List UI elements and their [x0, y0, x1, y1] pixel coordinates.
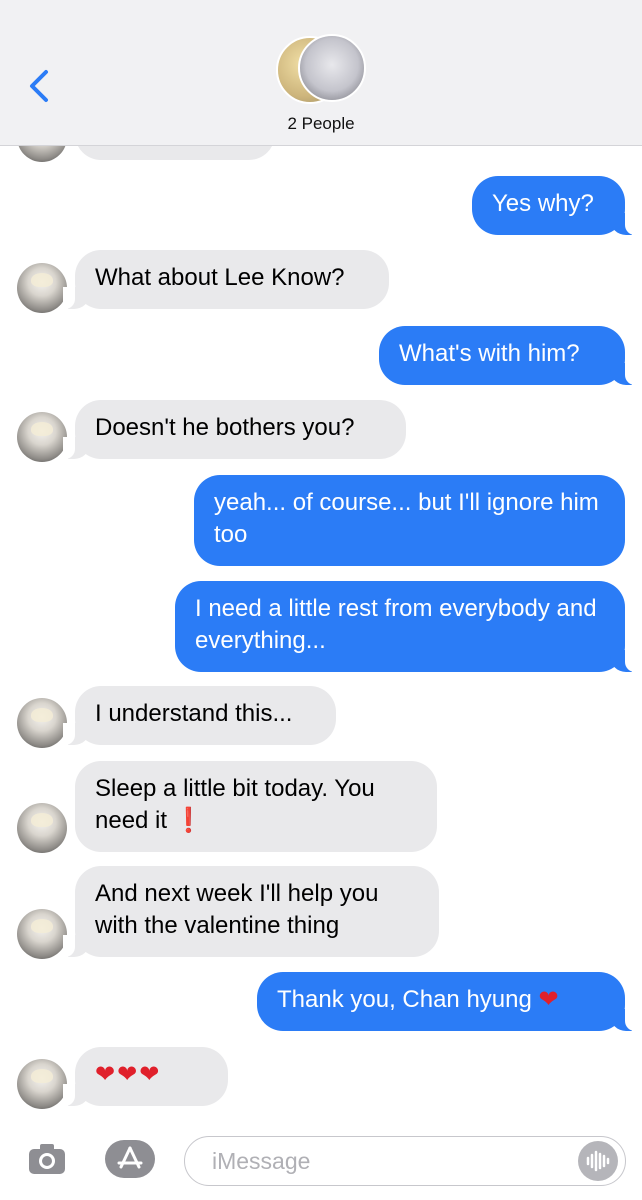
back-button[interactable] — [24, 64, 58, 108]
voice-message-button[interactable] — [578, 1141, 618, 1181]
message-bubble-outgoing[interactable]: Thank you, Chan hyung ❤ — [257, 972, 637, 1031]
message-text: What's with him? — [399, 340, 580, 367]
app-store-icon — [105, 1140, 155, 1178]
message-bubble-incoming[interactable]: What about Lee Know? — [63, 250, 389, 309]
message-text: Doesn't he bothers you? — [95, 414, 355, 441]
message-text: And next week I'll help you with the val… — [95, 880, 379, 939]
message-list[interactable]: Yes why? What about Lee Know? What's wit… — [0, 146, 642, 1124]
heart-emoji: ❤❤❤ — [95, 1061, 162, 1088]
conversation-header: 2 People — [0, 0, 642, 146]
avatar — [17, 1059, 67, 1109]
message-text: Thank you, Chan hyung — [277, 986, 532, 1013]
chevron-left-icon — [30, 70, 48, 102]
message-text: I understand this... — [95, 700, 293, 727]
conversation-title[interactable]: 2 People — [0, 114, 642, 134]
message-bubble-incoming[interactable]: Sleep a little bit today. You need it ❗ — [75, 761, 437, 852]
waveform-icon — [586, 1150, 610, 1172]
message-bubble-incoming[interactable]: I understand this... — [63, 686, 336, 745]
apps-button[interactable] — [104, 1139, 156, 1179]
message-bubble-outgoing[interactable]: What's with him? — [379, 326, 637, 385]
avatar — [17, 909, 67, 959]
message-bubble-incoming — [75, 146, 275, 160]
message-text: I need a little rest from everybody and … — [195, 595, 597, 654]
imessage-input[interactable]: iMessage — [184, 1136, 626, 1186]
avatar — [17, 263, 67, 313]
message-bubble-outgoing[interactable]: yeah... of course... but I'll ignore him… — [194, 475, 625, 566]
group-avatar[interactable] — [276, 34, 366, 104]
message-bubble-incoming[interactable]: ❤❤❤ — [63, 1047, 228, 1106]
message-bubble-incoming[interactable]: And next week I'll help you with the val… — [63, 866, 439, 957]
camera-icon — [29, 1144, 65, 1174]
exclamation-emoji: ❗ — [173, 807, 204, 834]
message-bubble-incoming[interactable]: Doesn't he bothers you? — [63, 400, 406, 459]
message-text: yeah... of course... but I'll ignore him… — [214, 489, 599, 548]
message-bubble-outgoing[interactable]: I need a little rest from everybody and … — [175, 581, 637, 672]
avatar — [298, 34, 366, 102]
message-text: Sleep a little bit today. You need it — [95, 775, 375, 834]
message-text: Yes why? — [492, 190, 594, 217]
avatar — [17, 698, 67, 748]
message-text: What about Lee Know? — [95, 264, 345, 291]
camera-button[interactable] — [28, 1143, 66, 1175]
avatar — [17, 803, 67, 853]
heart-emoji: ❤ — [538, 986, 559, 1013]
avatar — [17, 412, 67, 462]
message-bubble-outgoing[interactable]: Yes why? — [472, 176, 637, 235]
avatar — [17, 146, 67, 162]
